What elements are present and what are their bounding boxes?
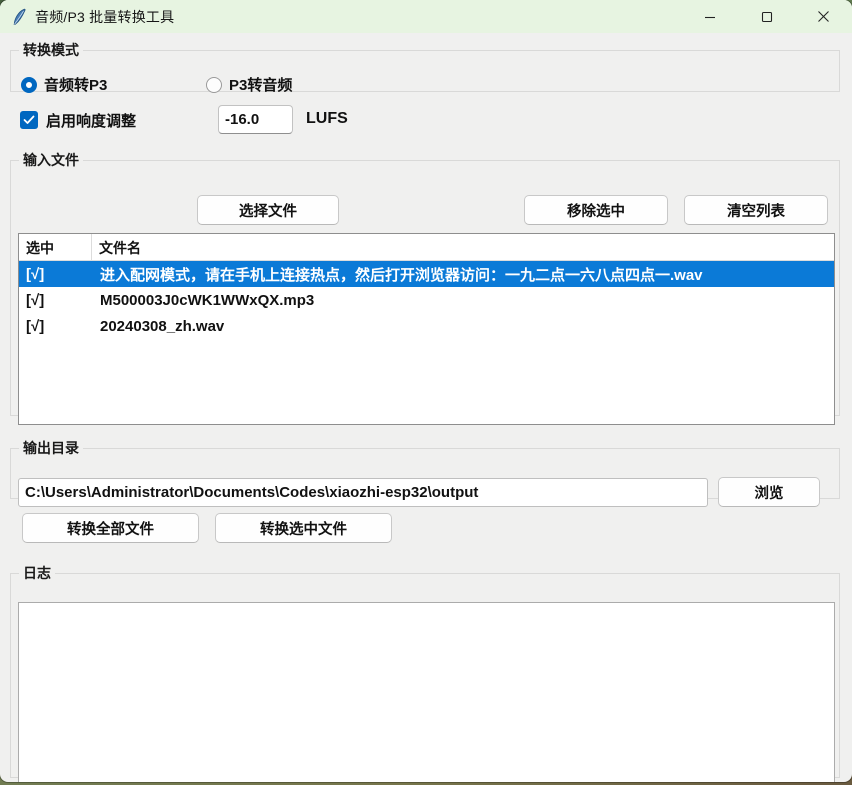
log-label: 日志 [19, 563, 55, 583]
window-controls [681, 0, 852, 33]
mode-groupbox: 转换模式 音频转P3 P3转音频 [10, 40, 840, 92]
file-table-header: 选中 文件名 [19, 234, 834, 261]
output-dir-label: 输出目录 [19, 438, 83, 458]
remove-selected-button[interactable]: 移除选中 [524, 195, 668, 225]
radio-p3-to-audio[interactable]: P3转音频 [206, 74, 292, 95]
mode-group-label: 转换模式 [19, 40, 83, 60]
convert-all-button[interactable]: 转换全部文件 [22, 513, 199, 543]
file-list-table[interactable]: 选中 文件名 [√] 进入配网模式，请在手机上连接热点，然后打开浏览器访问：一九… [18, 233, 835, 425]
browse-button[interactable]: 浏览 [718, 477, 820, 507]
row-filename-cell: 20240308_zh.wav [92, 318, 224, 335]
radio-p3-to-audio-label: P3转音频 [229, 74, 292, 95]
loudness-checkbox-label: 启用响度调整 [46, 110, 136, 131]
column-header-checked: 选中 [19, 234, 92, 260]
log-textarea[interactable] [18, 602, 835, 782]
close-button[interactable] [795, 0, 852, 33]
minimize-button[interactable] [681, 0, 738, 33]
input-files-label: 输入文件 [19, 150, 83, 170]
log-groupbox: 日志 [10, 563, 840, 778]
radio-audio-to-p3[interactable]: 音频转P3 [21, 74, 206, 95]
title-bar[interactable]: 音频/P3 批量转换工具 [0, 0, 852, 33]
loudness-row: 启用响度调整 LUFS [20, 108, 832, 138]
output-path-input[interactable] [18, 478, 708, 507]
table-row[interactable]: [√] 进入配网模式，请在手机上连接热点，然后打开浏览器访问：一九二点一六八点四… [19, 261, 834, 287]
table-row[interactable]: [√] M500003J0cWK1WWxQX.mp3 [19, 287, 834, 313]
mode-radio-row: 音频转P3 P3转音频 [21, 74, 292, 95]
radio-unselected-icon [206, 77, 222, 93]
maximize-button[interactable] [738, 0, 795, 33]
output-dir-groupbox: 输出目录 浏览 [10, 438, 840, 499]
select-files-button[interactable]: 选择文件 [197, 195, 339, 225]
row-filename-cell: 进入配网模式，请在手机上连接热点，然后打开浏览器访问：一九二点一六八点四点一.w… [92, 264, 703, 285]
loudness-checkbox[interactable] [20, 111, 38, 129]
checkmark-icon [23, 115, 35, 125]
table-row[interactable]: [√] 20240308_zh.wav [19, 313, 834, 339]
close-icon [817, 10, 830, 23]
maximize-icon [761, 11, 773, 23]
row-checked-cell: [√] [19, 266, 92, 283]
clear-list-button[interactable]: 清空列表 [684, 195, 828, 225]
app-window: 音频/P3 批量转换工具 转换模式 [0, 0, 852, 782]
lufs-value-input[interactable] [218, 105, 293, 134]
row-checked-cell: [√] [19, 318, 92, 335]
radio-audio-to-p3-label: 音频转P3 [44, 74, 107, 95]
input-files-groupbox: 输入文件 选择文件 移除选中 清空列表 选中 文件名 [√] 进入配网模式，请在… [10, 150, 840, 416]
radio-selected-icon [21, 77, 37, 93]
column-header-filename: 文件名 [92, 234, 141, 260]
row-filename-cell: M500003J0cWK1WWxQX.mp3 [92, 292, 314, 309]
lufs-unit-label: LUFS [306, 110, 348, 128]
minimize-icon [704, 11, 716, 23]
window-title: 音频/P3 批量转换工具 [35, 7, 174, 27]
convert-selected-button[interactable]: 转换选中文件 [215, 513, 392, 543]
row-checked-cell: [√] [19, 292, 92, 309]
tk-feather-icon [11, 8, 27, 26]
